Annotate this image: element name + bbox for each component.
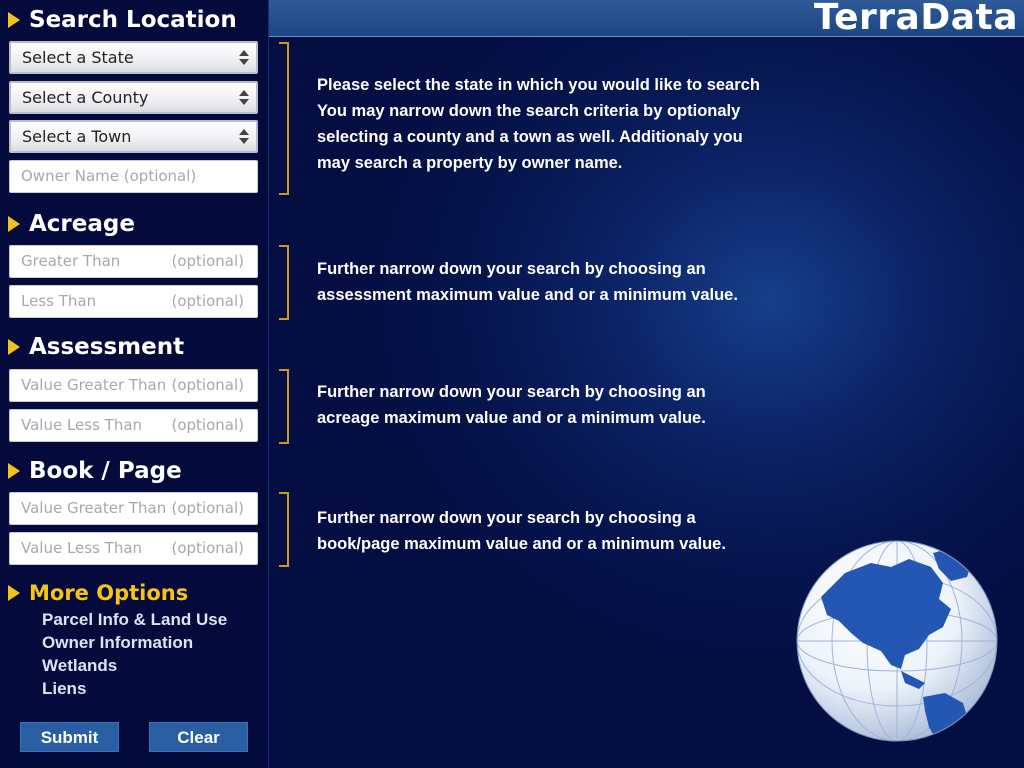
main-panel: TerraData Please select the state in whi… (269, 0, 1024, 768)
state-select-value: Select a State (22, 48, 134, 67)
updown-arrows-icon (239, 50, 249, 66)
state-select[interactable]: Select a State (9, 41, 258, 74)
county-select[interactable]: Select a County (9, 81, 258, 114)
help-line: You may narrow down the search criteria … (317, 102, 741, 120)
bracket-divider (279, 492, 289, 567)
book-page-greater-input[interactable]: Value Greater Than (optional) (9, 492, 258, 525)
optional-hint: (optional) (171, 499, 245, 517)
optional-hint: (optional) (171, 252, 245, 270)
town-select-value: Select a Town (22, 127, 132, 146)
help-line: selecting a county and a town as well. A… (317, 128, 743, 146)
help-line: book/page maximum value and or a minimum… (317, 535, 726, 553)
field-placeholder: Value Greater Than (21, 376, 167, 394)
help-location: Please select the state in which you wou… (317, 72, 837, 176)
triangle-right-icon (8, 339, 20, 355)
optional-hint: (optional) (171, 539, 245, 557)
clear-button[interactable]: Clear (149, 722, 248, 752)
updown-arrows-icon (239, 129, 249, 145)
help-line: Further narrow down your search by choos… (317, 509, 696, 527)
bracket-divider (279, 369, 289, 444)
section-search-location: Search Location (8, 5, 237, 35)
triangle-right-icon (8, 585, 20, 601)
section-more-options[interactable]: More Options (8, 578, 188, 608)
book-page-less-input[interactable]: Value Less Than (optional) (9, 532, 258, 565)
help-assessment: Further narrow down your search by choos… (317, 379, 837, 431)
section-acreage: Acreage (8, 209, 135, 239)
field-placeholder: Value Greater Than (21, 499, 167, 517)
assessment-greater-input[interactable]: Value Greater Than (optional) (9, 369, 258, 402)
option-parcel-info[interactable]: Parcel Info & Land Use (42, 610, 227, 630)
acreage-less-input[interactable]: Less Than (optional) (9, 285, 258, 318)
field-placeholder: Less Than (21, 292, 97, 310)
option-liens[interactable]: Liens (42, 679, 86, 699)
submit-button[interactable]: Submit (20, 722, 119, 752)
owner-name-placeholder: Owner Name (optional) (21, 167, 197, 185)
top-bar: TerraData (269, 0, 1024, 38)
section-title: Search Location (29, 7, 237, 33)
updown-arrows-icon (239, 90, 249, 106)
help-line: may search a property by owner name. (317, 154, 623, 172)
optional-hint: (optional) (171, 416, 245, 434)
field-placeholder: Value Less Than (21, 416, 143, 434)
section-title: Acreage (29, 211, 135, 237)
sidebar: Search Location Select a State Select a … (0, 0, 269, 768)
option-wetlands[interactable]: Wetlands (42, 656, 117, 676)
help-line: Please select the state in which you wou… (317, 76, 760, 94)
field-placeholder: Value Less Than (21, 539, 143, 557)
section-book-page: Book / Page (8, 456, 182, 486)
brand-logo: TerraData (813, 0, 1018, 38)
option-owner-information[interactable]: Owner Information (42, 633, 193, 653)
bracket-divider (279, 42, 289, 195)
help-book-page: Further narrow down your search by choos… (317, 505, 837, 557)
optional-hint: (optional) (171, 376, 245, 394)
field-placeholder: Greater Than (21, 252, 121, 270)
triangle-right-icon (8, 12, 20, 28)
county-select-value: Select a County (22, 88, 149, 107)
triangle-right-icon (8, 216, 20, 232)
owner-name-input[interactable]: Owner Name (optional) (9, 160, 258, 193)
acreage-greater-input[interactable]: Greater Than (optional) (9, 245, 258, 278)
section-title: Assessment (29, 334, 185, 360)
globe-icon (796, 540, 998, 742)
assessment-less-input[interactable]: Value Less Than (optional) (9, 409, 258, 442)
section-title: Book / Page (29, 458, 182, 484)
bracket-divider (279, 245, 289, 320)
help-line: Further narrow down your search by choos… (317, 383, 706, 401)
help-line: acreage maximum value and or a minimum v… (317, 409, 706, 427)
help-line: assessment maximum value and or a minimu… (317, 286, 738, 304)
section-assessment: Assessment (8, 332, 184, 362)
help-line: Further narrow down your search by choos… (317, 260, 706, 278)
optional-hint: (optional) (171, 292, 245, 310)
help-acreage: Further narrow down your search by choos… (317, 256, 837, 308)
town-select[interactable]: Select a Town (9, 120, 258, 153)
more-options-title[interactable]: More Options (29, 581, 188, 605)
triangle-right-icon (8, 463, 20, 479)
